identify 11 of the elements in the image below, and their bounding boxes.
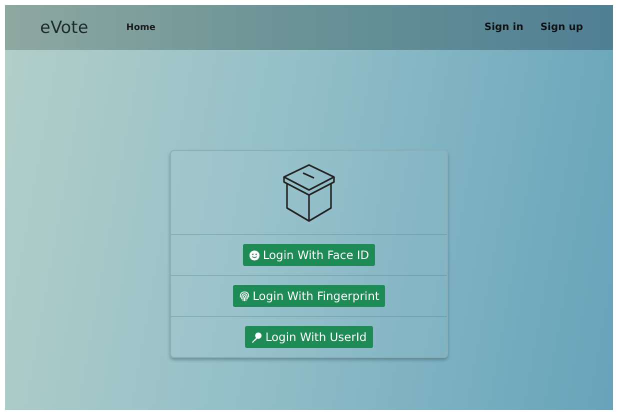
- brand-logo[interactable]: eVote: [40, 18, 88, 38]
- login-button[interactable]: Login With UserId: [245, 326, 373, 348]
- fingerprint-icon: [238, 290, 250, 302]
- nav-link[interactable]: Home: [126, 22, 156, 32]
- smiley-icon: [248, 250, 260, 260]
- ballot-box-icon: [281, 162, 337, 222]
- login-button[interactable]: Login With Face ID: [242, 244, 376, 266]
- login-button[interactable]: Login With Fingerprint: [232, 285, 386, 307]
- key-icon: [251, 332, 262, 342]
- auth-link[interactable]: Sign up: [540, 22, 583, 33]
- auth-link[interactable]: Sign in: [484, 22, 524, 33]
